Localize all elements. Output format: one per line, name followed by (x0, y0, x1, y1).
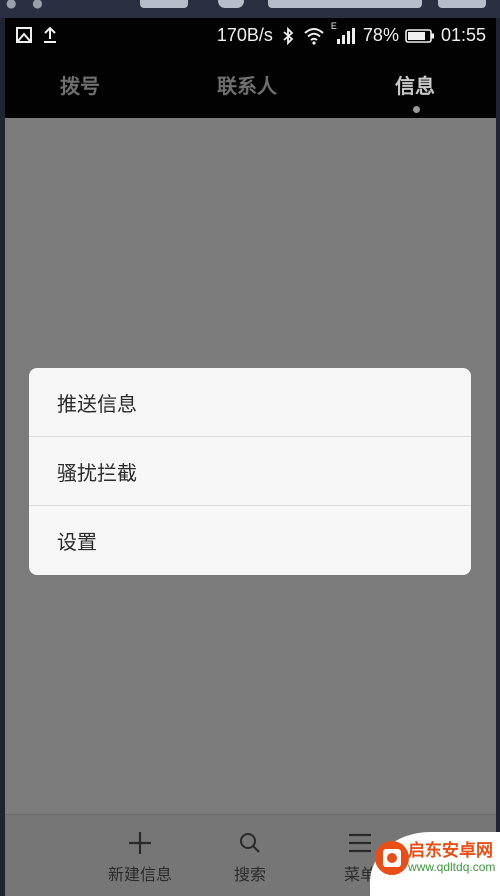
chrome-address-field[interactable] (268, 0, 422, 8)
battery-percent: 78% (362, 25, 399, 45)
chrome-button[interactable] (140, 0, 188, 8)
tab-dial[interactable]: 拨号 (60, 70, 100, 99)
status-bar: 170B/s E 78% 01:55 (5, 18, 496, 54)
watermark-logo-icon (375, 841, 409, 875)
menu-item-spam-blocking[interactable]: 骚扰拦截 (29, 437, 471, 506)
popup-menu: 推送信息 骚扰拦截 设置 (29, 368, 471, 575)
chrome-button[interactable] (218, 0, 244, 8)
menu-item-settings[interactable]: 设置 (29, 506, 471, 575)
search-button[interactable]: 搜索 (220, 825, 280, 885)
active-tab-indicator (413, 106, 420, 113)
menu-icon (349, 833, 371, 853)
bluetooth-icon (283, 26, 294, 45)
image-icon (16, 27, 32, 43)
wifi-icon (304, 27, 324, 45)
tab-messages[interactable]: 信息 (395, 70, 435, 99)
signal-icon: E (331, 21, 357, 45)
upload-icon (44, 26, 56, 43)
window-controls: ● ● (6, 0, 49, 10)
menu-item-push-messages[interactable]: 推送信息 (29, 368, 471, 437)
host-window-chrome: ● ● (0, 0, 500, 18)
search-label: 搜索 (233, 865, 266, 884)
clock: 01:55 (440, 25, 486, 45)
watermark-url: www.qdltdq.com (408, 860, 496, 874)
phone-screen: 170B/s E 78% 01:55 拨号 联系人 信息 推送信息 骚扰拦截 设… (5, 18, 496, 896)
device-frame: ● ● 170B/s E 78% 01:55 拨号 联系人 信息 推送信息 骚扰… (0, 0, 500, 896)
search-icon (240, 833, 260, 853)
tab-bar: 拨号 联系人 信息 (5, 54, 496, 118)
new-message-button[interactable]: 新建信息 (105, 825, 175, 885)
new-message-label: 新建信息 (107, 865, 172, 884)
tab-contacts[interactable]: 联系人 (217, 70, 277, 99)
network-speed: 170B/s (216, 25, 273, 45)
chrome-button[interactable] (438, 0, 486, 8)
watermark-title: 启东安卓网 (408, 841, 493, 861)
battery-icon (405, 28, 434, 43)
plus-icon (129, 832, 151, 854)
